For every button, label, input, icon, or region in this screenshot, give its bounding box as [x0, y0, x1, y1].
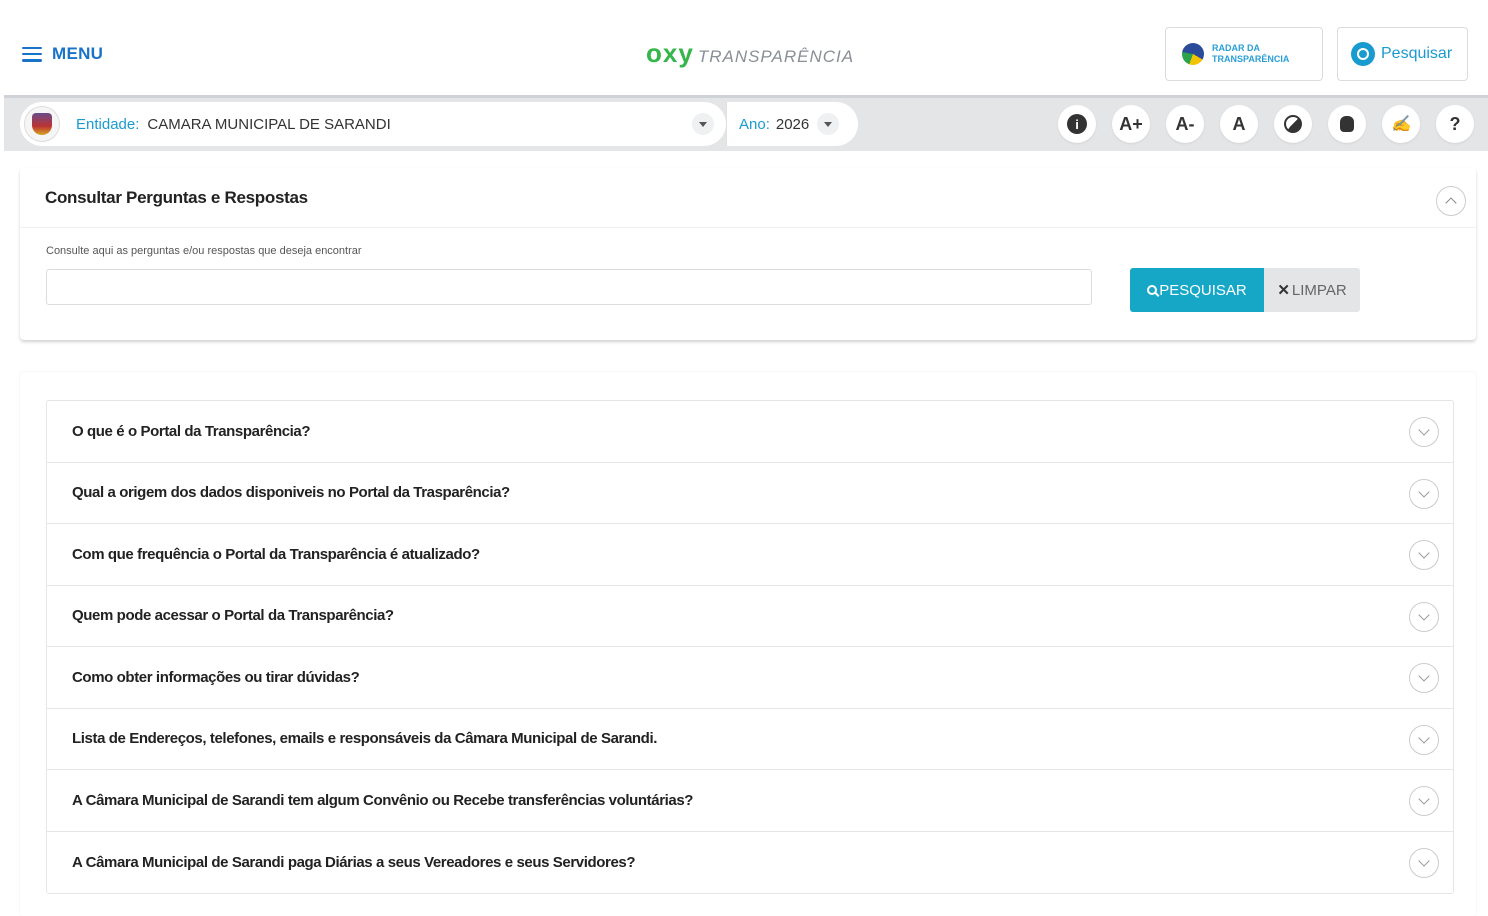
year-dropdown-chevron-icon[interactable]	[817, 113, 840, 135]
site-logo[interactable]: oxy TRANSPARÊNCIA	[646, 38, 854, 69]
close-icon: ✕	[1277, 282, 1290, 299]
chevron-down-icon[interactable]	[1409, 663, 1439, 693]
search-card: Consultar Perguntas e Respostas Consulte…	[20, 168, 1476, 340]
menu-button[interactable]: MENU	[22, 44, 103, 64]
entity-label: Entidade:	[76, 115, 140, 133]
faq-list: O que é o Portal da Transparência? Qual …	[46, 400, 1454, 894]
faq-item[interactable]: Qual a origem dos dados disponiveis no P…	[47, 463, 1453, 524]
entity-value: CAMARA MUNICIPAL DE SARANDI	[147, 115, 391, 133]
chevron-down-icon[interactable]	[1409, 601, 1439, 632]
font-decrease-button[interactable]: A-	[1166, 105, 1204, 143]
font-reset-button[interactable]: A	[1220, 105, 1258, 143]
search-hint: Consulte aqui as perguntas e/ou resposta…	[46, 245, 362, 257]
chevron-down-icon[interactable]	[1409, 478, 1439, 509]
libras-button[interactable]	[1328, 105, 1366, 143]
pesquisar-label: PESQUISAR	[1159, 281, 1247, 299]
contrast-icon	[1284, 115, 1302, 133]
contrast-button[interactable]	[1274, 105, 1312, 143]
logo-product: TRANSPARÊNCIA	[697, 47, 855, 66]
chevron-down-icon[interactable]	[1409, 724, 1439, 755]
sign-language-icon: ✍	[1391, 116, 1411, 133]
radar-icon	[1182, 43, 1204, 65]
search-icon	[1351, 42, 1375, 66]
menu-label: MENU	[52, 44, 104, 63]
collapse-chevron-up-icon[interactable]	[1436, 186, 1466, 216]
faq-item[interactable]: Lista de Endereços, telefones, emails e …	[47, 709, 1453, 770]
chevron-down-icon[interactable]	[1409, 847, 1439, 878]
faq-item[interactable]: Com que frequência o Portal da Transparê…	[47, 524, 1453, 586]
faq-item[interactable]: A Câmara Municipal de Sarandi paga Diári…	[47, 832, 1453, 894]
font-increase-button[interactable]: A+	[1112, 105, 1150, 143]
search-card-header: Consultar Perguntas e Respostas	[20, 168, 1476, 228]
radar-transparencia-button[interactable]: RADAR DA TRANSPARÊNCIA	[1165, 27, 1323, 81]
logo-brand: oxy	[646, 38, 694, 68]
entity-selector[interactable]: Entidade: CAMARA MUNICIPAL DE SARANDI	[20, 102, 726, 146]
year-value: 2026	[775, 115, 810, 133]
pesquisar-button[interactable]: PESQUISAR	[1130, 268, 1264, 312]
chevron-down-icon[interactable]	[1409, 417, 1439, 447]
faq-item[interactable]: O que é o Portal da Transparência?	[47, 401, 1453, 463]
faq-item[interactable]: Como obter informações ou tirar dúvidas?	[47, 647, 1453, 709]
faq-question: Como obter informações ou tirar dúvidas?	[72, 668, 360, 686]
faq-item[interactable]: A Câmara Municipal de Sarandi tem algum …	[47, 770, 1453, 832]
radar-label: RADAR DA TRANSPARÊNCIA	[1212, 43, 1290, 64]
chevron-down-icon[interactable]	[1409, 786, 1439, 816]
hand-icon	[1340, 116, 1354, 132]
year-selector[interactable]: Ano: 2026	[726, 102, 858, 146]
search-card-title: Consultar Perguntas e Respostas	[45, 187, 308, 207]
faq-question: Quem pode acessar o Portal da Transparên…	[72, 607, 394, 625]
sign-language-button[interactable]: ✍	[1382, 105, 1420, 143]
limpar-button[interactable]: ✕ LIMPAR	[1264, 268, 1360, 312]
hamburger-icon	[22, 46, 42, 62]
faq-card: O que é o Portal da Transparência? Qual …	[20, 372, 1476, 916]
top-header: MENU oxy TRANSPARÊNCIA RADAR DA TRANSPAR…	[0, 12, 1488, 96]
entity-dropdown-chevron-icon[interactable]	[692, 113, 714, 135]
entity-crest-icon	[24, 106, 60, 142]
query-input[interactable]	[46, 269, 1092, 305]
top-search-label: Pesquisar	[1381, 45, 1453, 62]
year-label: Ano:	[739, 115, 770, 133]
chevron-down-icon[interactable]	[1409, 540, 1439, 570]
accessibility-info-button[interactable]: i	[1058, 105, 1096, 143]
faq-question: O que é o Portal da Transparência?	[72, 422, 311, 440]
help-button[interactable]: ?	[1436, 105, 1474, 143]
entity-bar: Entidade: CAMARA MUNICIPAL DE SARANDI An…	[4, 95, 1488, 151]
limpar-label: LIMPAR	[1291, 281, 1347, 299]
faq-question: A Câmara Municipal de Sarandi paga Diári…	[72, 853, 636, 871]
faq-question: Lista de Endereços, telefones, emails e …	[72, 730, 657, 748]
top-search-button[interactable]: Pesquisar	[1337, 27, 1468, 81]
faq-question: A Câmara Municipal de Sarandi tem algum …	[72, 791, 694, 809]
info-icon: i	[1067, 114, 1087, 134]
search-icon	[1147, 285, 1158, 295]
faq-question: Com que frequência o Portal da Transparê…	[72, 545, 480, 563]
faq-question: Qual a origem dos dados disponiveis no P…	[72, 484, 510, 502]
faq-item[interactable]: Quem pode acessar o Portal da Transparên…	[47, 586, 1453, 647]
